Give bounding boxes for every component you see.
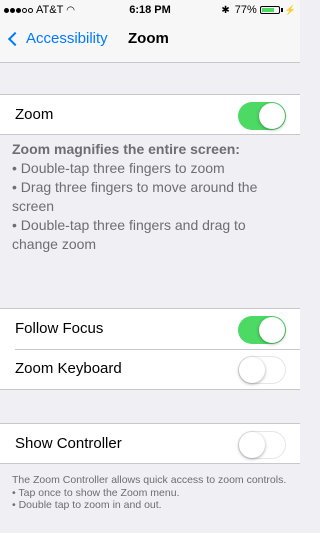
zoom-keyboard-toggle[interactable] [238,356,286,384]
controller-description-line: The Zoom Controller allows quick access … [12,474,287,486]
show-controller-row: Show Controller [0,423,300,464]
status-bar-right: ✱ 77% ⚡ [221,4,296,16]
controller-description-line: • Double tap to zoom in and out. [12,499,162,511]
toggle-knob [239,432,265,458]
charging-icon: ⚡ [284,4,296,15]
zoom-description-line: • Double-tap three fingers to zoom [12,160,225,176]
chevron-left-icon [7,31,23,46]
zoom-description-line: • Drag three fingers to move around the … [12,179,258,214]
status-bar: AT&T ◠ 6:18 PM ✱ 77% ⚡ [0,0,300,20]
zoom-description-line: • Double-tap three fingers and drag to c… [12,217,246,252]
page-title: Zoom [128,30,169,47]
toggle-knob [259,103,285,129]
zoom-description-heading: Zoom magnifies the entire screen: [12,141,240,157]
toggle-knob [239,357,265,383]
zoom-label: Zoom [15,106,54,123]
battery-icon [259,6,280,14]
battery-fill [261,8,274,12]
zoom-toggle[interactable] [238,102,286,130]
zoom-keyboard-row: Zoom Keyboard [0,349,300,390]
controller-description-line: • Tap once to show the Zoom menu. [12,486,180,499]
show-controller-toggle[interactable] [238,431,286,459]
zoom-row: Zoom [0,94,300,135]
follow-focus-label: Follow Focus [15,320,104,337]
zoom-description: Zoom magnifies the entire screen: • Doub… [12,140,290,254]
follow-focus-toggle[interactable] [238,316,286,344]
navigation-bar: Accessibility Zoom [0,20,300,63]
toggle-knob [259,317,285,343]
zoom-keyboard-label: Zoom Keyboard [15,360,122,377]
show-controller-label: Show Controller [15,435,122,452]
back-button[interactable]: Accessibility [6,30,108,47]
bluetooth-icon: ✱ [221,4,230,16]
controller-description: The Zoom Controller allows quick access … [12,474,290,512]
battery-tip [280,8,283,12]
battery-percent: 77% [234,4,257,16]
follow-focus-row: Follow Focus [0,308,300,349]
back-button-label: Accessibility [26,30,108,47]
